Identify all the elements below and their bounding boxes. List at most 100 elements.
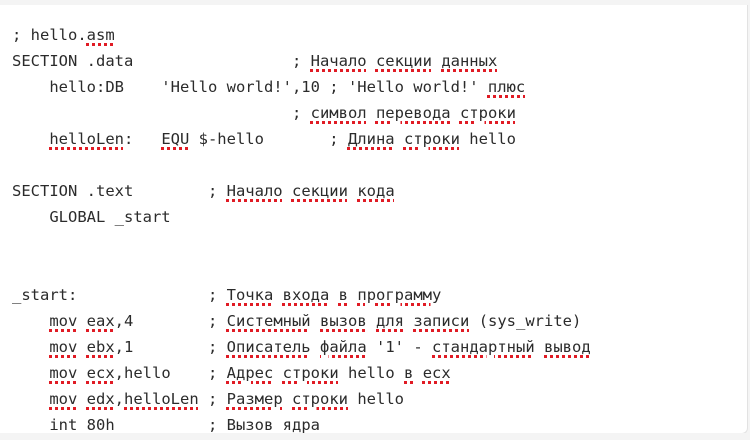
code-segment: (sys_write) [469, 312, 582, 330]
spell-error-word: helloLen [49, 130, 124, 148]
spell-error-word: Адрес [226, 364, 274, 382]
spell-error-word: для [376, 312, 405, 330]
spell-error-word: Начало [310, 52, 367, 70]
code-segment: : [123, 130, 162, 148]
spell-error-word: Начало [226, 182, 283, 200]
code-line-5: helloLen: EQU $-hello ; Длина строки hel… [12, 126, 591, 152]
code-segment: SECTION .data ; [12, 52, 311, 70]
code-segment: ,4 ; [114, 312, 227, 330]
spell-error-word: кода [357, 182, 395, 200]
code-segment: hello [459, 130, 516, 148]
spell-error-word: Размер [226, 390, 283, 408]
code-segment: ; [12, 104, 311, 122]
spell-error-word: helloLen [124, 390, 199, 408]
spell-error-word: ecx [86, 364, 115, 382]
spell-error-word: файла [320, 338, 367, 356]
spell-error-word: 80h [86, 416, 115, 434]
spell-error-word: Точка [226, 286, 274, 304]
code-segment: ; [198, 390, 227, 408]
code-line-2: SECTION .data ; Начало секции данных [12, 48, 591, 74]
spell-error-word: ecx [422, 364, 451, 382]
spell-error-word: mov [49, 364, 78, 382]
spell-error-word: ebx [86, 338, 115, 356]
code-segment: _start: ; [12, 286, 227, 304]
spell-error-word: вызов [320, 312, 367, 330]
code-line-15: mov edx,helloLen ; Размер строки hello [12, 386, 591, 412]
spell-error-word: символ [310, 104, 367, 122]
spell-error-word: перевода [375, 104, 451, 122]
spell-error-word: mov [49, 312, 78, 330]
spell-error-word: в [404, 364, 414, 382]
code-segment: $-hello ; [189, 130, 348, 148]
code-line-3: hello:DB 'Hello world!',10 ; 'Hello worl… [12, 74, 591, 100]
code-segment: ; [114, 416, 227, 434]
code-line-7: SECTION .text ; Начало секции кода [12, 178, 591, 204]
spell-error-word: вывод [544, 338, 591, 356]
spell-error-word: mov [49, 338, 78, 356]
code-segment: GLOBAL _start [12, 208, 171, 226]
code-segment: ,1 ; [114, 338, 227, 356]
spell-error-word: mov [49, 390, 78, 408]
code-line-16: int 80h ; Вызов ядра [12, 412, 591, 434]
code-segment: int [12, 416, 87, 434]
spell-error-word: данных [441, 52, 498, 70]
spell-error-word: Описатель [226, 338, 311, 356]
spell-error-word: asm [86, 26, 115, 44]
spell-error-word: секции [375, 52, 432, 70]
spell-error-word: eax [86, 312, 115, 330]
code-line-8: GLOBAL _start [12, 204, 591, 230]
code-line-13: mov ebx,1 ; Описатель файла '1' - станда… [12, 334, 591, 360]
code-segment: '1' - [366, 338, 432, 356]
text-editor-area[interactable]: ; hello.asm SECTION .data ; Начало секци… [0, 5, 748, 434]
spell-error-word: ядра [282, 416, 320, 434]
spell-error-word: Длина [347, 130, 395, 148]
spell-error-word: строки [459, 104, 516, 122]
spell-error-word: edx [86, 390, 115, 408]
code-segment: , [114, 390, 125, 408]
code-line-11: _start: ; Точка входа в программу [12, 282, 591, 308]
code-segment: ; hello. [12, 26, 87, 44]
code-line-12: mov eax,4 ; Системный вызов для записи (… [12, 308, 591, 334]
spell-error-word: Вызов [226, 416, 274, 434]
code-line-14: mov ecx,hello ; Адрес строки hello в ecx [12, 360, 591, 386]
spell-error-word: плюс [487, 78, 526, 96]
code-line-1: ; hello.asm [12, 22, 591, 48]
spell-error-word: EQU [161, 130, 190, 148]
spell-error-word: входа [282, 286, 330, 304]
code-segment: ,hello ; [114, 364, 227, 382]
window-bottom-edge [0, 433, 750, 440]
code-segment: hello [338, 364, 404, 382]
spell-error-word: строки [282, 364, 339, 382]
spell-error-word: строки [403, 130, 460, 148]
code-block: ; hello.asm SECTION .data ; Начало секци… [12, 22, 591, 434]
